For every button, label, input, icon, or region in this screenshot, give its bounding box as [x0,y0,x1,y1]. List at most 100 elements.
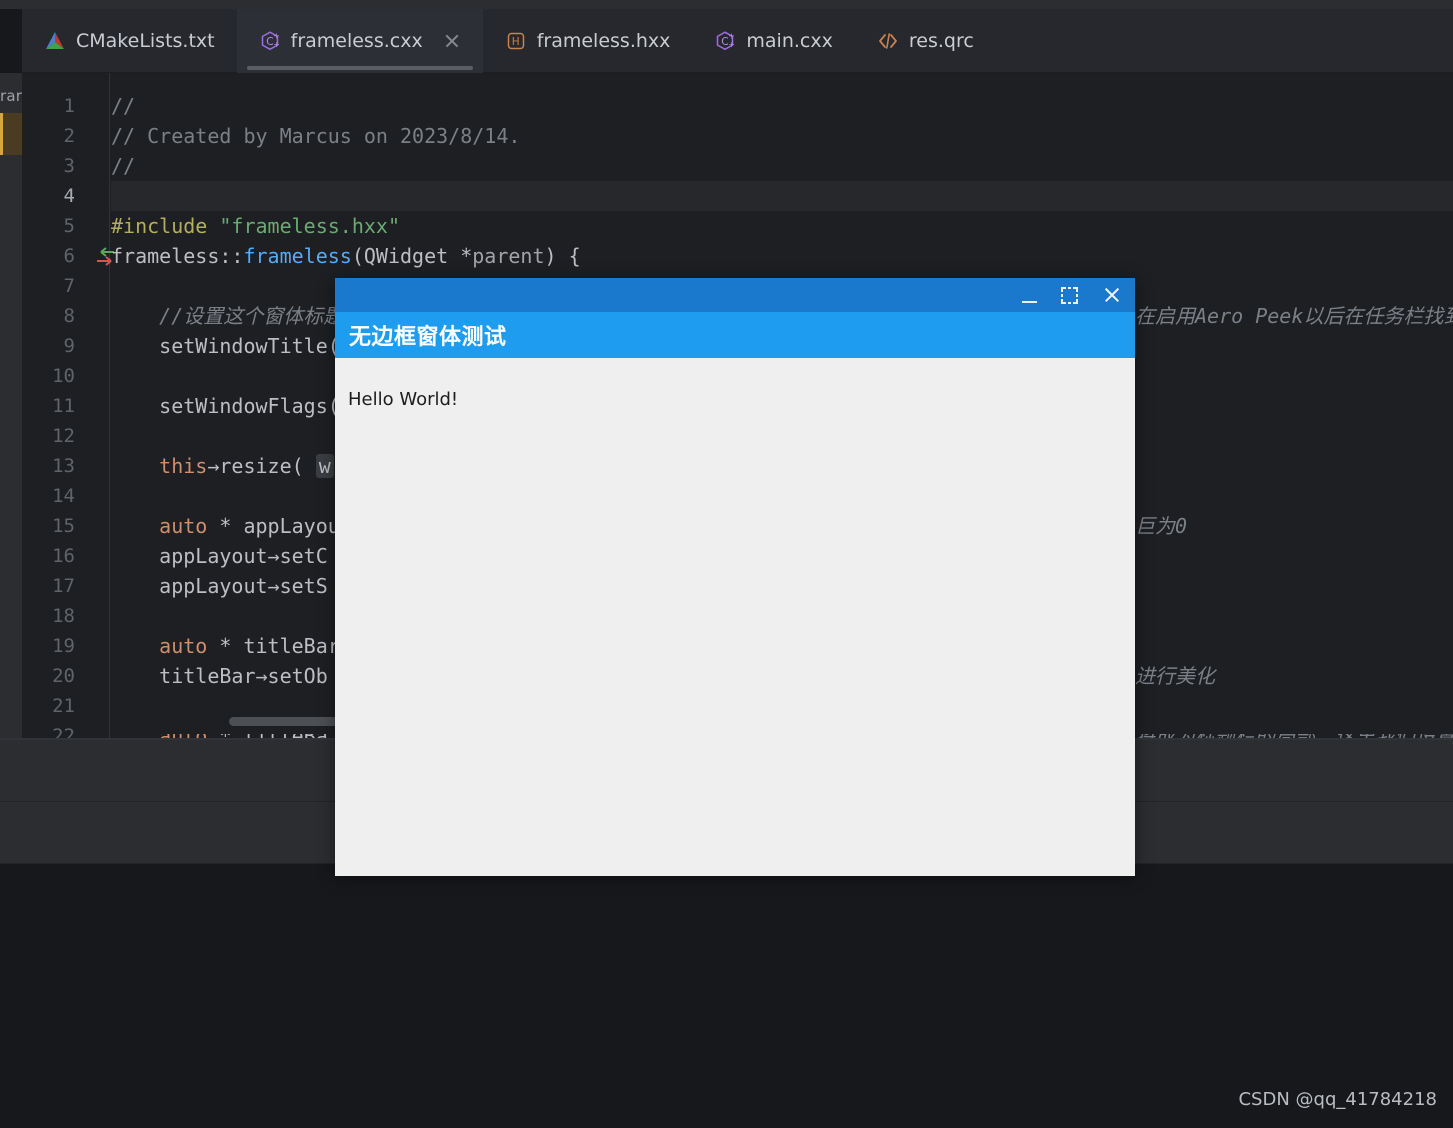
code-token: parent [472,244,545,268]
svg-text:+: + [729,31,736,40]
dialog-title: 无边框窗体测试 [349,325,507,350]
code-line: // [111,151,135,181]
tab-label: frameless.cxx [290,30,423,52]
line-number: 3 [63,155,75,177]
code-overflow-fragment: 在启用Aero Peek以后在任务栏找到 [1135,304,1453,328]
code-line: setWindowTitle( [111,331,340,361]
code-overflow-fragment: 巨为0 [1135,514,1188,538]
svg-text:+: + [273,31,280,40]
tab-main-cxx[interactable]: C + + main.cxx [692,9,854,73]
code-token: * appLayou [207,514,340,538]
tab-label: frameless.hxx [536,30,671,52]
line-number: 12 [52,425,75,447]
dialog-window-controls-bar [335,278,1135,312]
dialog-body: Hello World! [335,358,1135,876]
line-number-gutter: 1 2 3 4 5 6 7 8 9 10 11 12 13 14 15 16 17 18 19 20 21 22 [22,73,114,740]
close-icon[interactable] [1089,278,1135,312]
tab-bar-left-gutter [0,9,22,73]
code-line: appLayout→setS [111,571,328,601]
tab-frameless-cxx[interactable]: C + + frameless.cxx [236,9,483,73]
line-number: 7 [63,275,75,297]
clion-window: CMakeLists.txt C + + frameless.cxx Hframeless… [0,0,1453,1128]
code-line: auto * titleBar [111,631,340,661]
svg-text:+: + [273,40,280,49]
xml-file-icon [877,30,899,52]
code-line: setWindowFlags( [111,391,340,421]
tab-list: CMakeLists.txt C + + frameless.cxx Hframeless… [22,9,996,73]
code-token: this [159,454,208,478]
svg-text:+: + [729,40,736,49]
line-number: 19 [52,635,75,657]
code-token: frameless [111,244,220,268]
code-overflow-fragment: 进行美化 [1135,664,1215,688]
code-token: // [111,154,136,178]
cpp-file-icon: C + + [259,30,281,52]
line-number: 4 [63,185,75,207]
line-number: 6 [63,245,75,267]
code-line: this→resize( w [111,451,334,481]
line-number: 16 [52,545,75,567]
rail-highlight-accent [0,113,3,155]
maximize-glyph [1060,286,1078,304]
code-token: (QWidget * [351,244,473,268]
editor-tab-bar: CMakeLists.txt C + + frameless.cxx Hframeless… [0,9,1453,73]
frameless-dialog-window[interactable]: 无边框窗体测试 Hello World! [335,278,1135,876]
code-token: "frameless.hxx" [219,214,400,238]
dialog-title-bar[interactable]: 无边框窗体测试 [335,312,1135,358]
line-number: 8 [63,305,75,327]
code-line: auto * appLayou [111,511,340,541]
code-token: auto [159,634,208,658]
dialog-hello-label: Hello World! [348,389,459,410]
code-token: →resize( [207,454,316,478]
line-number: 2 [63,125,75,147]
code-token: // [111,94,136,118]
code-line: // [111,91,135,121]
line-number: 18 [52,605,75,627]
tab-res-qrc[interactable]: res.qrc [855,9,996,73]
line-number: 10 [52,365,75,387]
code-token: titleBar→setOb [111,664,328,688]
cmake-icon [44,30,66,52]
minimize-icon[interactable] [1009,278,1049,312]
code-token: :: [219,244,244,268]
tab-label: CMakeLists.txt [76,30,215,52]
line-number: 21 [52,695,75,717]
svg-text:H: H [512,36,520,48]
line-number: 11 [52,395,75,417]
code-line: appLayout→setC [111,541,328,571]
tab-frameless-hxx[interactable]: Hframeless.hxx [483,9,693,73]
code-token: appLayout→setS [111,574,328,598]
code-line: frameless::frameless(QWidget *parent) { [111,241,581,271]
line-number: 13 [52,455,75,477]
line-number: 14 [52,485,75,507]
line-number: 1 [63,95,75,117]
code-token: w [315,454,334,478]
close-glyph [1103,286,1121,304]
code-token: setWindowFlags( [111,394,340,418]
code-token: auto [159,514,208,538]
window-top-strip [0,0,1453,9]
code-token: ) { [544,244,581,268]
code-token: frameless [243,244,352,268]
code-token: * titleBar [207,634,340,658]
tab-label: main.cxx [746,30,833,52]
line-number: 15 [52,515,75,537]
code-token: #include [111,214,220,238]
desktop-background [0,864,1453,1128]
maximize-icon[interactable] [1049,278,1089,312]
code-token: setWindowTitle( [111,334,340,358]
line-number: 17 [52,575,75,597]
code-token: appLayout→setC [111,544,328,568]
tab-label: res.qrc [908,30,974,52]
line-number: 20 [52,665,75,687]
line-number: 9 [63,335,75,357]
tab-cmakelists-txt[interactable]: CMakeLists.txt [22,9,237,73]
tab-close-icon[interactable] [443,32,461,50]
header-file-icon: H [505,30,527,52]
code-line: #include "frameless.hxx" [111,211,400,241]
code-right-overflow: 在启用Aero Peek以后在任务栏找到巨为0进行美化将成为标题栏的局部，这里我… [1135,73,1453,740]
code-token: // Created by Marcus on 2023/8/14. [111,124,521,148]
csdn-watermark: CSDN @qq_41784218 [1238,1089,1437,1110]
